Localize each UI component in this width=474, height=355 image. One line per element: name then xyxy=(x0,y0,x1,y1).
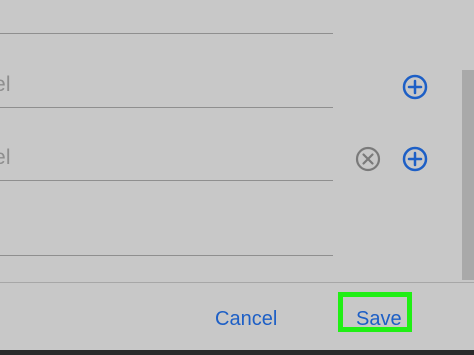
save-button[interactable]: Save xyxy=(356,309,402,329)
field-underline-row-2 xyxy=(0,180,333,181)
cancel-button[interactable]: Cancel xyxy=(215,309,277,329)
field-row-2-placeholder[interactable]: el xyxy=(0,146,11,170)
bottom-bar xyxy=(0,350,474,355)
close-circle-icon[interactable] xyxy=(354,145,382,173)
field-underline-row-1 xyxy=(0,107,333,108)
field-underline-top xyxy=(0,33,333,34)
footer-divider xyxy=(0,282,474,283)
field-row-1-placeholder[interactable]: el xyxy=(0,73,11,97)
add-row-1-icon[interactable] xyxy=(401,73,429,101)
dialog: el el Cancel Save xyxy=(0,0,474,350)
scrollbar-thumb[interactable] xyxy=(462,70,474,280)
add-row-2-icon[interactable] xyxy=(401,145,429,173)
field-underline-row-3 xyxy=(0,255,333,256)
